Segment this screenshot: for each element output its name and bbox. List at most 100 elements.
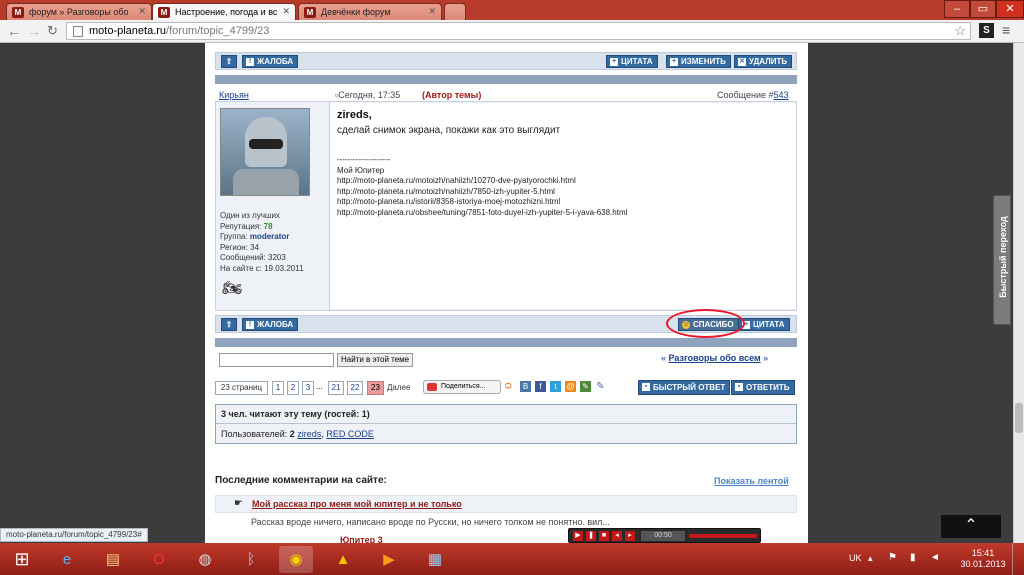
quote-button[interactable]: + ЦИТАТА [606, 55, 658, 68]
message-number-link[interactable]: 543 [773, 90, 788, 100]
reader-user-link[interactable]: zireds [297, 429, 321, 439]
tray-arrow-icon[interactable]: ▴ [868, 553, 873, 564]
chrome-icon[interactable]: ◉ [279, 546, 313, 573]
media-progress[interactable] [689, 534, 757, 538]
quote-button[interactable]: + ЦИТАТА [738, 318, 790, 331]
page-link-2[interactable]: 2 [287, 381, 299, 395]
start-button-icon[interactable]: ⊞ [4, 546, 40, 573]
control-panel-icon[interactable]: ▦ [418, 546, 452, 573]
signature-link[interactable]: http://moto-planeta.ru/istorii/8358-isto… [337, 197, 627, 208]
archicad-icon[interactable]: ▲ [326, 546, 360, 573]
paperclip-icon[interactable]: ✎ [595, 381, 606, 392]
odnoklassniki-icon[interactable]: ᴑ [505, 380, 512, 392]
close-tab-icon[interactable]: ✕ [428, 6, 436, 17]
show-desktop-button[interactable] [1012, 543, 1024, 575]
reader-user-link[interactable]: RED CODE [326, 429, 374, 439]
signature-link[interactable]: http://moto-planeta.ru/motoizh/nahiizh/7… [337, 187, 627, 198]
page-link-22[interactable]: 22 [347, 381, 363, 395]
search-button[interactable]: Найти в этой теме [337, 353, 414, 367]
next-icon[interactable]: ▸ [625, 531, 635, 541]
page-link-1[interactable]: 1 [272, 381, 284, 395]
address-bar[interactable]: moto-planeta.ru/forum/topic_4799/23 ☆ [66, 22, 971, 40]
play-icon[interactable]: ▶ [573, 531, 583, 541]
mailru-icon[interactable]: @ [565, 381, 576, 392]
menu-wrench-icon[interactable]: ≡ [1002, 22, 1010, 38]
minimize-icon[interactable]: – [944, 0, 970, 18]
bluetooth-icon[interactable]: ᛒ [234, 546, 268, 573]
page-link-21[interactable]: 21 [328, 381, 344, 395]
vk-icon[interactable]: В [520, 381, 531, 392]
readers-users-count: 2 [289, 429, 295, 439]
reload-icon[interactable]: ↻ [47, 23, 58, 39]
reply-button[interactable]: ▪ ОТВЕТИТЬ [731, 380, 795, 395]
annotation-circle [666, 309, 745, 338]
stop-icon[interactable]: ■ [599, 531, 609, 541]
quote-label: ЦИТАТА [621, 57, 653, 66]
readers-divider [216, 423, 796, 424]
new-tab-button[interactable] [444, 3, 466, 20]
tab-label: форум » Разговоры обо [29, 7, 129, 17]
addressee-name[interactable]: zireds [337, 109, 369, 121]
twitter-icon[interactable]: t [550, 381, 561, 392]
network-globe-icon[interactable]: ◍ [188, 546, 222, 573]
keyboard-language[interactable]: UK [849, 553, 862, 563]
comment-item-title[interactable]: Юпитер 3 [340, 535, 383, 543]
close-window-icon[interactable]: ✕ [996, 0, 1024, 18]
maximize-icon[interactable]: ▭ [970, 0, 996, 18]
media-time: 00:50 [641, 531, 685, 541]
show-feed-link[interactable]: Показать лентой [714, 476, 789, 486]
flag-icon[interactable]: ⚑ [888, 552, 897, 563]
motorcycle-icon: 🏍 [222, 280, 243, 297]
nav-next-link[interactable]: » [763, 353, 768, 363]
scrollbar-thumb[interactable] [1015, 403, 1023, 433]
warning-icon: ! [246, 321, 254, 329]
close-tab-icon[interactable]: ✕ [282, 6, 290, 17]
tab-current[interactable]: M Настроение, погода и вс ✕ [152, 3, 296, 20]
web-page: ⇧ ! ЖАЛОБА + ЦИТАТА + ИЗМЕНИТЬ ✕ УДАЛИТЬ Кир… [0, 43, 1013, 543]
quick-nav-tab[interactable]: Быстрый переход [993, 195, 1011, 325]
previous-icon[interactable]: ◂ [612, 531, 622, 541]
forward-icon[interactable]: → [27, 23, 41, 39]
next-page-link[interactable]: Далее [387, 383, 410, 392]
media-player-icon[interactable]: ▶ [372, 546, 406, 573]
scroll-top-button[interactable]: ⌃ [941, 515, 1001, 538]
comment-item-title[interactable]: Мой рассказ про меня мой юпитер и не тол… [252, 499, 462, 509]
bookmark-star-icon[interactable]: ☆ [954, 23, 966, 39]
signature-rule: -------------------- [337, 155, 391, 164]
complain-button[interactable]: ! ЖАЛОБА [242, 55, 299, 68]
scroll-up-button[interactable]: ⇧ [221, 55, 237, 68]
nav-prev-link[interactable]: « [661, 353, 666, 363]
signature-link[interactable]: http://moto-planeta.ru/motoizh/nahiizh/1… [337, 176, 627, 187]
edit-button[interactable]: + ИЗМЕНИТЬ [666, 55, 731, 68]
delete-button[interactable]: ✕ УДАЛИТЬ [734, 55, 793, 68]
file-explorer-icon[interactable]: ▤ [96, 546, 130, 573]
opera-icon[interactable]: O [142, 546, 176, 573]
tab-label: Настроение, погода и вс [175, 7, 278, 17]
volume-icon[interactable]: ◄ [930, 552, 940, 563]
close-tab-icon[interactable]: ✕ [138, 6, 146, 17]
post-author[interactable]: Кирьян [219, 90, 249, 100]
quick-reply-button[interactable]: ▪ БЫСТРЫЙ ОТВЕТ [638, 380, 731, 395]
tab-girls-forum[interactable]: M Девчёнки форум ✕ [298, 3, 442, 20]
forum-nav: « Разговоры обо всем » [661, 353, 768, 363]
network-icon[interactable]: ▮ [910, 552, 916, 563]
page-icon [73, 26, 83, 37]
facebook-icon[interactable]: f [535, 381, 546, 392]
complain-button[interactable]: ! ЖАЛОБА [242, 318, 299, 331]
page-link-3[interactable]: 3 [302, 381, 314, 395]
share-button[interactable]: Поделиться... [423, 380, 501, 394]
tab-forum[interactable]: M форум » Разговоры обо ✕ [6, 3, 152, 20]
extension-icon[interactable]: S [979, 23, 994, 38]
forum-link[interactable]: Разговоры обо всем [669, 353, 761, 363]
media-player: ▶ ❚ ■ ◂ ▸ 00:50 [568, 528, 761, 543]
scroll-up-button[interactable]: ⇧ [221, 318, 237, 331]
clock[interactable]: 15:41 30.01.2013 [960, 548, 1006, 570]
back-icon[interactable]: ← [7, 23, 21, 39]
signature-link[interactable]: http://moto-planeta.ru/obshee/tuning/785… [337, 208, 627, 219]
search-input[interactable] [219, 353, 334, 367]
internet-explorer-icon[interactable]: e [50, 546, 84, 573]
pause-icon[interactable]: ❚ [586, 531, 596, 541]
page-scrollbar[interactable] [1013, 43, 1024, 543]
windows-taskbar: ⊞ e ▤ O ◍ ᛒ ◉ ▲ ▶ ▦ UK ▴ ⚑ ▮ ◄ 15:41 30.… [0, 543, 1024, 575]
livejournal-icon[interactable]: ✎ [580, 381, 591, 392]
